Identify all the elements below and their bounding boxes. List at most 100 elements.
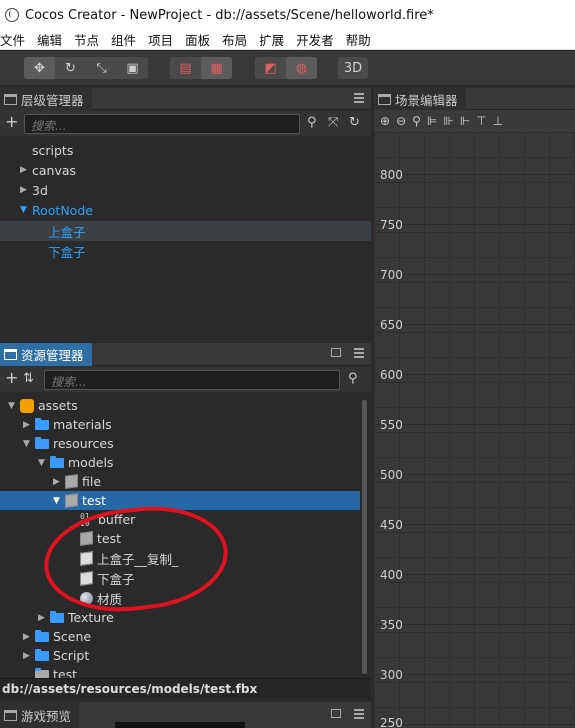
tab-assets[interactable]: 资源管理器 [0, 343, 92, 366]
asset-row-file[interactable]: ▶ file [0, 472, 360, 491]
menu-help[interactable]: 帮助 [346, 30, 371, 49]
asset-row-materials[interactable]: ▶ materials [0, 415, 360, 434]
grid-line [374, 324, 575, 325]
menu-developer[interactable]: 开发者 [296, 30, 334, 49]
menu-panel[interactable]: 面板 [185, 30, 210, 49]
align-center-icon[interactable]: ⊪ [443, 114, 453, 128]
asset-label: 下盒子 [97, 572, 135, 587]
folder-icon [35, 417, 49, 430]
expand-arrow-icon[interactable]: ▶ [23, 420, 35, 430]
hierarchy-panel: + 搜索... ⚲ ⤧ ↻ scripts ▶ canvas ▶ 3d ▼ Ro… [0, 110, 371, 339]
collapse-arrow-icon[interactable]: ▼ [38, 458, 50, 468]
menu-component[interactable]: 组件 [111, 30, 136, 49]
asset-row-test-fbx[interactable]: ▼ test [0, 491, 360, 510]
menu-extension[interactable]: 扩展 [259, 30, 284, 49]
ruler-label: 750 [380, 218, 403, 232]
mode-3d-button[interactable]: 3D [338, 57, 368, 79]
expand-arrow-icon[interactable]: ▶ [53, 477, 65, 487]
ruler-label: 650 [380, 318, 403, 332]
grid-line [374, 274, 575, 275]
menu-file[interactable]: 文件 [0, 30, 25, 49]
asset-row-resources[interactable]: ▼ resources [0, 434, 360, 453]
zoom-out-icon[interactable]: ⊖ [396, 114, 406, 128]
search-icon[interactable]: ⚲ [307, 115, 317, 130]
pivot-icon[interactable]: ▤ [170, 57, 201, 79]
node-label: scripts [32, 142, 74, 158]
refresh-icon[interactable]: ↻ [349, 115, 360, 130]
tree-node-lower-box[interactable]: 下盒子 [36, 241, 86, 261]
expand-arrow-icon[interactable]: ▶ [23, 632, 35, 642]
rotate-icon[interactable]: ↻ [55, 57, 86, 79]
tree-node-upper-box[interactable]: 上盒子 [0, 221, 371, 241]
folder-icon [4, 349, 17, 360]
tab-game-preview-label: 游戏预览 [21, 708, 72, 724]
align-top-icon[interactable]: ⊤ [476, 114, 486, 128]
asset-row-texture[interactable]: ▶ Texture [0, 608, 360, 627]
popout-icon[interactable] [331, 709, 341, 718]
asset-row-lower-box[interactable]: 下盒子 [0, 569, 360, 588]
zoom-in-icon[interactable]: ⊕ [380, 114, 390, 128]
menu-project[interactable]: 项目 [148, 30, 173, 49]
popout-icon[interactable] [331, 348, 341, 357]
asset-row-scene[interactable]: ▶ Scene [0, 627, 360, 646]
sort-icon[interactable]: ⇅ [23, 371, 34, 386]
tree-node-scripts[interactable]: scripts [20, 140, 73, 160]
collapse-arrow-icon[interactable]: ▼ [8, 401, 20, 411]
menu-layout[interactable]: 布局 [222, 30, 247, 49]
menu-node[interactable]: 节点 [74, 30, 99, 49]
assets-scrollbar[interactable] [362, 400, 367, 674]
asset-row-upper-box-copy[interactable]: 上盒子__复制_ [0, 549, 360, 568]
collapse-arrow-icon[interactable]: ▼ [20, 205, 32, 215]
align-right-icon[interactable]: ⊩ [460, 114, 470, 128]
global-icon[interactable]: ◍ [286, 57, 317, 79]
tree-node-canvas[interactable]: ▶ canvas [20, 160, 76, 180]
asset-row-material[interactable]: 材质 [0, 589, 360, 608]
tree-node-rootnode[interactable]: ▼ RootNode [20, 200, 93, 220]
move-icon[interactable]: ✥ [24, 57, 55, 79]
align-left-icon[interactable]: ⊫ [427, 114, 437, 128]
ruler-label: 300 [380, 668, 403, 682]
assets-menu-icon[interactable] [354, 348, 364, 358]
expand-arrow-icon[interactable]: ▶ [20, 185, 32, 195]
asset-label: file [82, 474, 102, 489]
search-icon[interactable]: ⚲ [348, 371, 358, 386]
scene-grid[interactable]: 800 750 700 650 600 550 500 450 400 350 … [374, 132, 575, 728]
asset-row-models[interactable]: ▼ models [0, 453, 360, 472]
grid-line [374, 524, 575, 525]
asset-row-buffer[interactable]: 01 10 buffer [0, 510, 360, 529]
add-node-icon[interactable]: + [5, 112, 18, 131]
collapse-arrow-icon[interactable]: ▼ [53, 496, 65, 506]
menu-edit[interactable]: 编辑 [37, 30, 62, 49]
ruler-label: 550 [380, 418, 403, 432]
ruler-label: 500 [380, 468, 403, 482]
center-icon[interactable]: ▦ [201, 57, 232, 79]
locate-icon[interactable]: ⤧ [328, 115, 338, 130]
mesh-icon [80, 531, 93, 546]
zoom-reset-icon[interactable]: ⚲ [412, 114, 421, 128]
hierarchy-menu-icon[interactable] [354, 93, 364, 103]
collapse-arrow-icon[interactable]: ▼ [23, 439, 35, 449]
hierarchy-search-input[interactable]: 搜索... [24, 114, 300, 134]
scale-icon[interactable]: ⤡ [86, 57, 117, 79]
expand-arrow-icon[interactable]: ▶ [23, 651, 35, 661]
assets-search-input[interactable]: 搜索... [44, 370, 340, 390]
rect-icon[interactable]: ▣ [117, 57, 148, 79]
tree-node-3d[interactable]: ▶ 3d [20, 180, 48, 200]
expand-arrow-icon[interactable]: ▶ [20, 165, 32, 175]
asset-label: test [97, 531, 122, 546]
preview-menu-icon[interactable] [354, 709, 364, 719]
asset-row-test-mesh[interactable]: test [0, 529, 360, 548]
align-middle-icon[interactable]: ⊥ [493, 114, 503, 128]
hierarchy-search-row: + 搜索... ⚲ ⤧ ↻ [0, 110, 371, 136]
add-asset-icon[interactable]: + [5, 368, 18, 387]
tab-hierarchy[interactable]: 层级管理器 [0, 88, 92, 110]
tab-game-preview[interactable]: 游戏预览 [0, 702, 80, 728]
asset-row-assets[interactable]: ▼ assets [0, 396, 360, 415]
asset-row-script[interactable]: ▶ Script [0, 646, 360, 665]
expand-arrow-icon[interactable]: ▶ [38, 613, 50, 623]
tab-scene-editor-label: 场景编辑器 [395, 92, 458, 108]
menu-bar: 文件 编辑 节点 组件 项目 面板 布局 扩展 开发者 帮助 [0, 30, 575, 50]
local-icon[interactable]: ◩ [255, 57, 286, 79]
tab-scene-editor[interactable]: 场景编辑器 [374, 88, 466, 110]
asset-row-test-scene[interactable]: test [0, 665, 360, 678]
